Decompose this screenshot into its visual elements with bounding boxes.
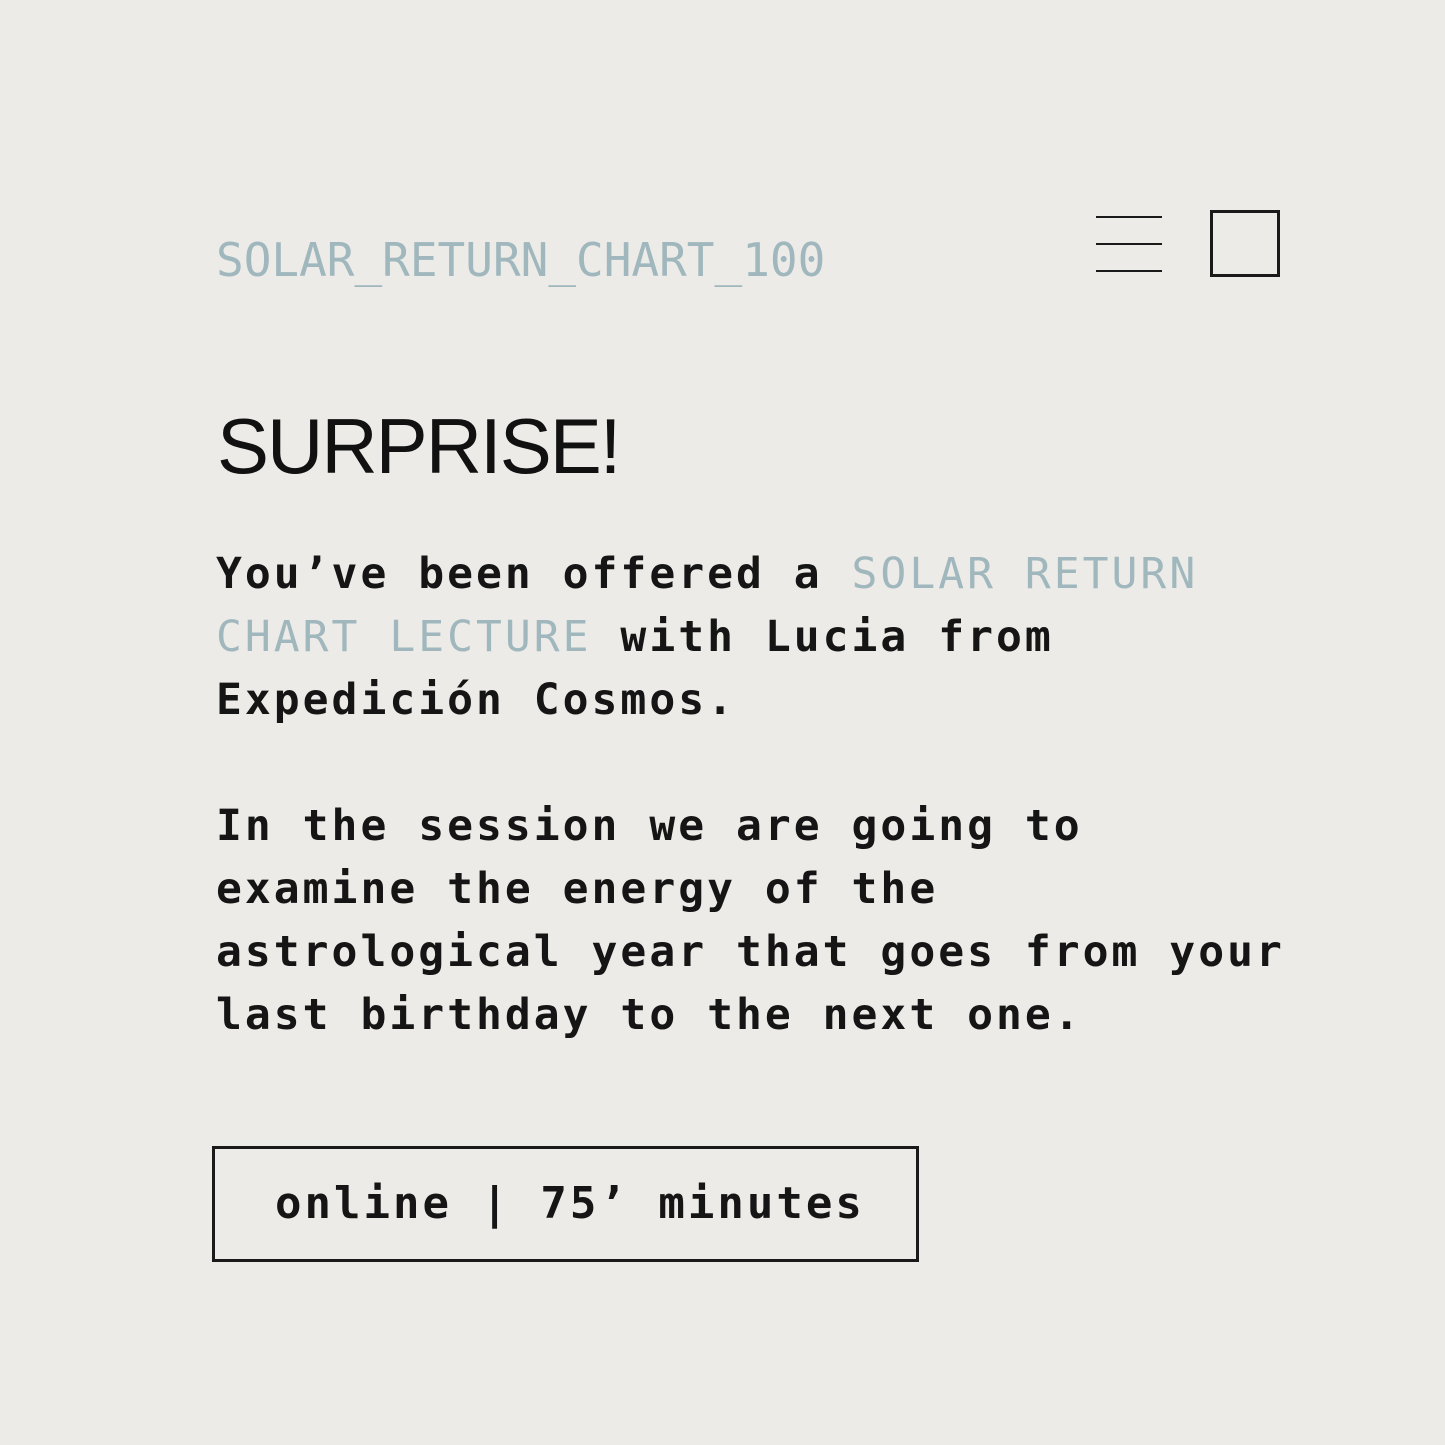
menu-line — [1096, 243, 1162, 245]
intro-before: You’ve been offered a — [216, 549, 852, 599]
session-info-text: online | 75’ minutes — [275, 1178, 865, 1229]
menu-line — [1096, 270, 1162, 272]
page-heading: SURPRISE! — [217, 402, 621, 490]
header-title: SOLAR_RETURN_CHART_100 — [216, 233, 826, 287]
session-info-badge: online | 75’ minutes — [212, 1146, 919, 1262]
intro-paragraph: You’ve been offered a SOLAR RETURN CHART… — [216, 543, 1296, 732]
hamburger-menu-icon[interactable] — [1096, 216, 1162, 274]
menu-line — [1096, 216, 1162, 218]
square-outline-icon[interactable] — [1210, 210, 1280, 277]
description-paragraph: In the session we are going to examine t… — [216, 801, 1285, 1040]
